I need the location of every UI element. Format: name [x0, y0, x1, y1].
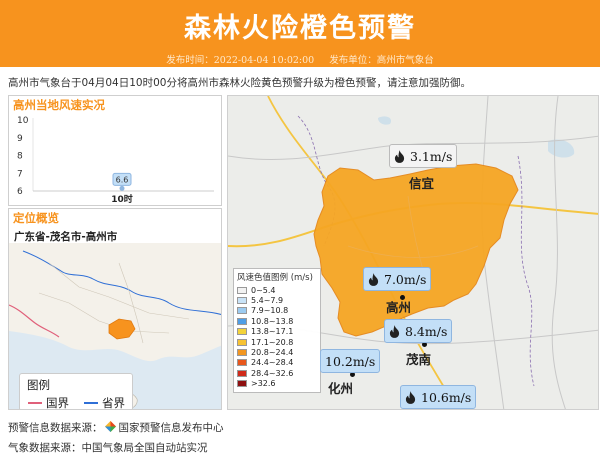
- y-tick-label: 6: [17, 187, 23, 197]
- wind-legend-row: >32.6: [237, 379, 317, 389]
- y-tick-label: 9: [17, 134, 23, 144]
- station-value: 3.1m/s: [410, 148, 453, 164]
- legend-label: 国界: [46, 396, 69, 410]
- national-border-swatch: [28, 402, 42, 404]
- wind-legend-label: 7.9~10.8: [251, 306, 289, 316]
- wind-legend-swatch: [237, 380, 247, 388]
- location-overview-panel: 定位概览 广东省-茂名市-高州市 图例 国界 省界: [8, 208, 222, 410]
- wind-legend-swatch: [237, 349, 247, 357]
- wind-legend-swatch: [237, 297, 247, 305]
- wind-legend-row: 0~5.4: [237, 285, 317, 295]
- station-value: 10.2m/s: [325, 353, 376, 369]
- warning-source: 预警信息数据来源： 国家预警信息发布中心: [8, 420, 224, 435]
- warning-source-name[interactable]: 国家预警信息发布中心: [119, 422, 224, 434]
- wind-legend-label: 5.4~7.9: [251, 296, 284, 306]
- wind-legend-label: 28.4~32.6: [251, 368, 294, 378]
- wind-legend-row: 20.8~24.4: [237, 347, 317, 357]
- station-badge[interactable]: 3.1m/s: [389, 144, 458, 168]
- province-border-swatch: [84, 402, 98, 404]
- station-value: 10.6m/s: [421, 389, 472, 405]
- warning-header: 森林火险橙色预警 发布时间：2022-04-04 10:02:00 发布单位：高…: [0, 0, 600, 67]
- location-path: 广东省-茂名市-高州市: [14, 231, 118, 243]
- city-label-gaozhou: 高州: [386, 300, 412, 315]
- wind-legend-label: 0~5.4: [251, 285, 276, 295]
- wind-legend-swatch: [237, 338, 247, 346]
- station-value: 8.4m/s: [405, 323, 448, 339]
- wind-legend-rows: 0~5.4 5.4~7.9 7.9~10.8 10.8~13.8 13.8~17.1 17…: [237, 285, 317, 389]
- publish-time: 发布时间：2022-04-04 10:02:00: [166, 55, 315, 66]
- flame-icon: [368, 272, 379, 286]
- wind-legend-row: 7.9~10.8: [237, 306, 317, 316]
- wind-legend-swatch: [237, 369, 247, 377]
- wind-legend-row: 10.8~13.8: [237, 316, 317, 326]
- flame-icon: [405, 390, 416, 404]
- legend-item-province-border: 省界: [84, 395, 125, 410]
- wind-legend-swatch: [237, 307, 247, 315]
- wind-legend-swatch: [237, 286, 247, 294]
- overview-legend: 图例 国界 省界: [19, 373, 133, 410]
- weather-source: 气象数据来源：中国气象局全国自动站实况: [8, 442, 208, 454]
- x-tick-label: 10时: [111, 193, 133, 205]
- flame-icon: [389, 324, 400, 338]
- y-tick-label: 10: [17, 116, 29, 126]
- wind-legend-label: 10.8~13.8: [251, 316, 294, 326]
- y-tick-label: 8: [17, 152, 23, 162]
- wind-legend-swatch: [237, 359, 247, 367]
- wind-legend-label: 20.8~24.4: [251, 348, 294, 358]
- wind-legend-row: 13.8~17.1: [237, 327, 317, 337]
- legend-item-national-border: 国界: [28, 395, 69, 410]
- station-badge[interactable]: 10.6m/s: [400, 385, 477, 409]
- warning-summary: 高州市气象台于04月04日10时00分将高州市森林火险黄色预警升级为橙色预警，请…: [8, 77, 471, 89]
- wind-speed-panel: 高州当地风速实况 10 9 8 7 6 10时 6.6: [8, 95, 222, 206]
- wind-legend-swatch: [237, 317, 247, 325]
- header-meta: 发布时间：2022-04-04 10:02:00 发布单位：高州市气象台: [0, 52, 600, 66]
- wind-speed-chart: 10 9 8 7 6 10时 6.6: [17, 116, 214, 205]
- wind-legend-label: 17.1~20.8: [251, 337, 294, 347]
- early-warning-logo-icon: [104, 421, 116, 432]
- wind-legend-row: 28.4~32.6: [237, 368, 317, 378]
- warning-map[interactable]: 信宜 高州 茂南 化州 风速色值图例 (m/s) 0~5.4 5.4~7.9 7.9…: [227, 95, 599, 410]
- y-tick-label: 7: [17, 169, 23, 179]
- flame-icon: [394, 149, 405, 163]
- wind-legend-row: 17.1~20.8: [237, 337, 317, 347]
- city-label-huazhou: 化州: [328, 381, 354, 396]
- wind-legend-row: 5.4~7.9: [237, 295, 317, 305]
- city-label-maonan: 茂南: [406, 352, 432, 367]
- wind-legend-swatch: [237, 328, 247, 336]
- city-label-xinyi: 信宜: [409, 176, 435, 191]
- legend-label: 省界: [102, 396, 125, 410]
- wind-legend-row: 24.4~28.4: [237, 358, 317, 368]
- data-label: 6.6: [116, 175, 129, 184]
- wind-data-point[interactable]: [119, 185, 125, 191]
- station-badge[interactable]: 8.4m/s: [384, 319, 453, 343]
- legend-title: 图例: [27, 378, 50, 392]
- wind-legend-label: >32.6: [251, 379, 276, 389]
- page-title: 森林火险橙色预警: [184, 13, 416, 44]
- warning-source-prefix: 预警信息数据来源：: [8, 422, 103, 434]
- wind-legend-label: 24.4~28.4: [251, 358, 294, 368]
- station-badge[interactable]: 7.0m/s: [363, 267, 432, 291]
- location-panel-title: 定位概览: [13, 211, 59, 225]
- station-badge[interactable]: 10.2m/s: [320, 349, 381, 373]
- wind-legend-label: 13.8~17.1: [251, 327, 294, 337]
- wind-speed-legend: 风速色值图例 (m/s) 0~5.4 5.4~7.9 7.9~10.8 10.8~13…: [233, 268, 321, 393]
- wind-legend-title: 风速色值图例 (m/s): [237, 273, 313, 283]
- station-value: 7.0m/s: [384, 271, 427, 287]
- publisher: 发布单位：高州市气象台: [329, 55, 434, 66]
